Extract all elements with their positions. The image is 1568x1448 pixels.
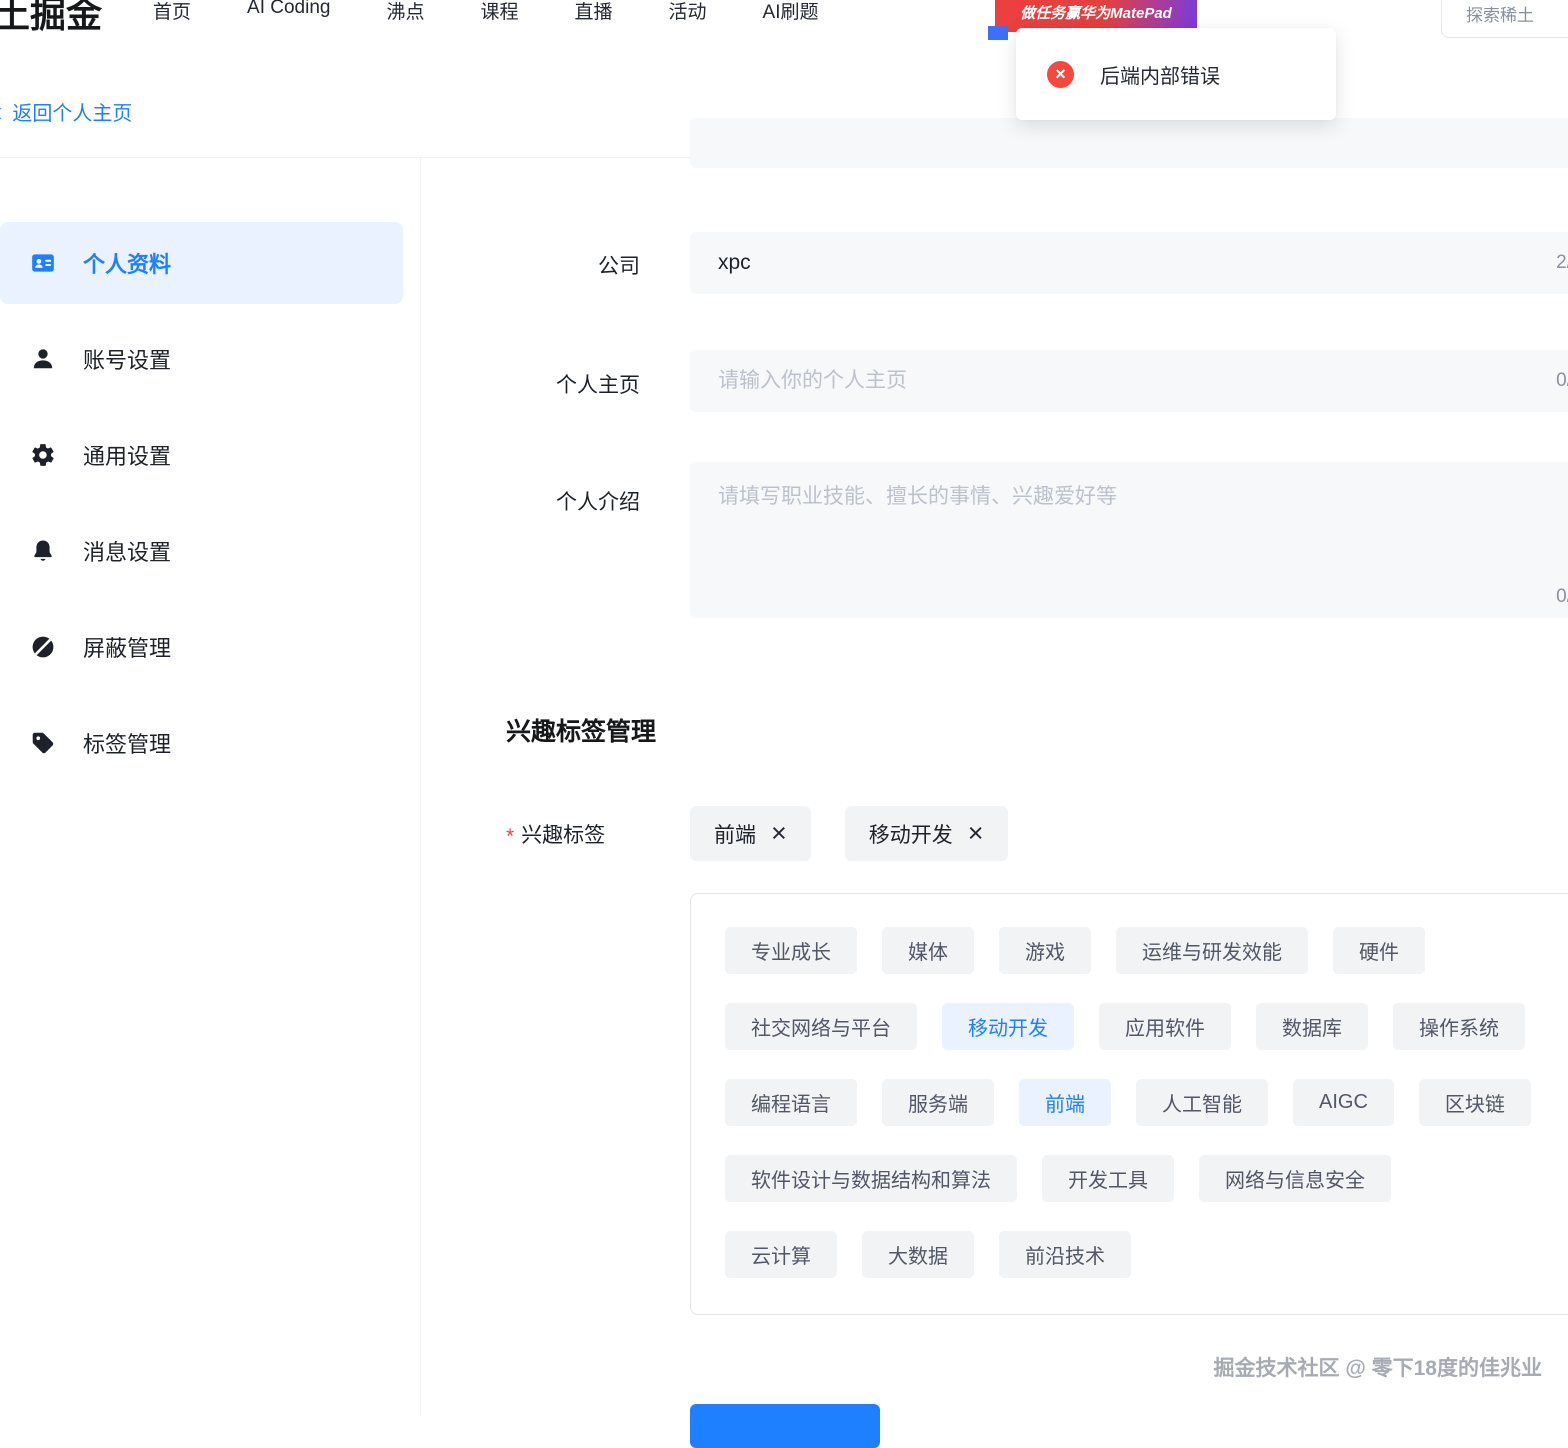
nav-item[interactable]: 直播 <box>575 0 613 24</box>
error-toast: × 后端内部错误 <box>1016 28 1336 120</box>
nav-item[interactable]: 活动 <box>669 0 707 24</box>
back-link-label: 返回个人主页 <box>12 103 133 125</box>
selected-tag-chip[interactable]: 前端 × <box>690 806 811 861</box>
search-placeholder: 探索稀土 <box>1466 5 1534 25</box>
id-card-icon <box>30 250 56 276</box>
tag-option[interactable]: 移动开发 <box>942 1003 1074 1050</box>
tag-row: 社交网络与平台 移动开发 应用软件 数据库 操作系统 <box>725 1003 1568 1050</box>
sidebar-divider <box>420 158 421 1416</box>
site-logo[interactable]: 土掘金 <box>0 0 102 38</box>
nav-item[interactable]: 课程 <box>480 0 518 24</box>
tag-option[interactable]: 硬件 <box>1333 927 1425 974</box>
intro-counter: 0/ <box>1556 586 1568 607</box>
company-field: 2/ <box>690 232 1568 294</box>
promo-banner-notch <box>988 26 1008 40</box>
tag-option[interactable]: 大数据 <box>862 1231 974 1278</box>
intro-field: 0/ <box>690 462 1568 618</box>
truncated-field[interactable] <box>690 118 1568 168</box>
remove-tag-icon[interactable]: × <box>771 820 787 847</box>
tag-row: 软件设计与数据结构和算法 开发工具 网络与信息安全 <box>725 1155 1568 1202</box>
homepage-counter: 0/ <box>1556 370 1568 391</box>
sidebar-item-label: 个人资料 <box>83 252 172 277</box>
tag-option[interactable]: 游戏 <box>999 927 1091 974</box>
tag-option[interactable]: 数据库 <box>1256 1003 1368 1050</box>
intro-label: 个人介绍 <box>556 491 640 514</box>
tag-row: 专业成长 媒体 游戏 运维与研发效能 硬件 <box>725 927 1568 974</box>
tag-option[interactable]: 媒体 <box>882 927 974 974</box>
sidebar-item-label: 账号设置 <box>83 348 172 373</box>
tag-option[interactable]: 社交网络与平台 <box>725 1003 917 1050</box>
search-box[interactable]: 探索稀土 <box>1441 0 1568 38</box>
back-link[interactable]: ‹ 返回个人主页 <box>0 97 132 126</box>
selected-tag-label: 前端 <box>714 823 756 847</box>
tag-option[interactable]: 区块链 <box>1418 1079 1531 1126</box>
sidebar: 个人资料账号设置通用设置消息设置屏蔽管理标签管理 <box>0 222 403 798</box>
company-input[interactable] <box>716 250 1557 276</box>
bell-icon <box>30 538 56 564</box>
tag-option[interactable]: 前端 <box>1019 1079 1111 1126</box>
tag-option[interactable]: 人工智能 <box>1136 1079 1268 1126</box>
watermark: 掘金技术社区 @ 零下18度的佳兆业 <box>1213 1357 1542 1380</box>
error-close-icon: × <box>1047 60 1074 88</box>
block-icon <box>30 634 56 660</box>
tag-row: 编程语言 服务端 前端 人工智能 AIGC 区块链 <box>725 1079 1568 1126</box>
tag-panel: 专业成长 媒体 游戏 运维与研发效能 硬件 社交网络与平台 移动开发 应用软件 数据库 操作系统编… <box>690 893 1568 1315</box>
tag-option[interactable]: 前沿技术 <box>999 1231 1131 1278</box>
tag-option[interactable]: 应用软件 <box>1099 1003 1231 1050</box>
homepage-field: 0/ <box>690 350 1568 412</box>
tag-option[interactable]: 服务端 <box>882 1079 994 1126</box>
nav-item[interactable]: 沸点 <box>386 0 424 24</box>
nav-menu: 首页 AI Coding 沸点 课程 直播 活动 AI刷题 <box>153 0 818 24</box>
sidebar-item-label: 标签管理 <box>83 732 172 757</box>
remove-tag-icon[interactable]: × <box>968 820 984 847</box>
save-button[interactable] <box>690 1404 880 1448</box>
section-heading: 兴趣标签管理 <box>506 718 657 746</box>
tag-icon <box>30 730 56 756</box>
nav-item[interactable]: 首页 <box>153 0 191 24</box>
tag-option[interactable]: 软件设计与数据结构和算法 <box>725 1155 1017 1202</box>
homepage-label: 个人主页 <box>556 374 640 397</box>
tag-option[interactable]: 运维与研发效能 <box>1116 927 1308 974</box>
sidebar-item-profile[interactable]: 个人资料 <box>0 222 403 304</box>
interest-label-text: 兴趣标签 <box>521 824 606 847</box>
sidebar-item-label: 通用设置 <box>83 444 172 469</box>
tag-option[interactable]: 开发工具 <box>1042 1155 1174 1202</box>
nav-item[interactable]: AI刷题 <box>763 0 819 24</box>
chevron-left-icon: ‹ <box>0 97 2 126</box>
sidebar-item-label: 屏蔽管理 <box>83 636 172 661</box>
intro-textarea[interactable] <box>716 478 1568 582</box>
sidebar-item-block[interactable]: 屏蔽管理 <box>0 606 403 688</box>
user-icon <box>30 346 56 372</box>
gear-icon <box>30 442 56 468</box>
toast-message: 后端内部错误 <box>1100 65 1220 88</box>
homepage-input[interactable] <box>716 368 1557 394</box>
selected-tag-chip[interactable]: 移动开发 × <box>844 806 1008 861</box>
sidebar-item-tags[interactable]: 标签管理 <box>0 702 403 784</box>
tag-option[interactable]: 编程语言 <box>725 1079 857 1126</box>
sidebar-item-label: 消息设置 <box>83 540 172 565</box>
tag-option[interactable]: 云计算 <box>725 1231 837 1278</box>
tag-option[interactable]: 操作系统 <box>1393 1003 1525 1050</box>
company-label: 公司 <box>598 255 640 278</box>
sidebar-item-messages[interactable]: 消息设置 <box>0 510 403 592</box>
interest-label: * 兴趣标签 <box>506 819 605 849</box>
tag-option[interactable]: 网络与信息安全 <box>1199 1155 1391 1202</box>
required-asterisk: * <box>506 825 515 848</box>
sidebar-item-account[interactable]: 账号设置 <box>0 318 403 400</box>
selected-tags: 前端 × 移动开发 × <box>690 806 1008 861</box>
tag-row: 云计算 大数据 前沿技术 <box>725 1231 1568 1278</box>
sidebar-item-general[interactable]: 通用设置 <box>0 414 403 496</box>
selected-tag-label: 移动开发 <box>868 823 953 847</box>
company-counter: 2/ <box>1556 252 1568 273</box>
tag-option[interactable]: 专业成长 <box>725 927 857 974</box>
tag-option[interactable]: AIGC <box>1293 1079 1394 1126</box>
nav-item[interactable]: AI Coding <box>247 0 330 24</box>
